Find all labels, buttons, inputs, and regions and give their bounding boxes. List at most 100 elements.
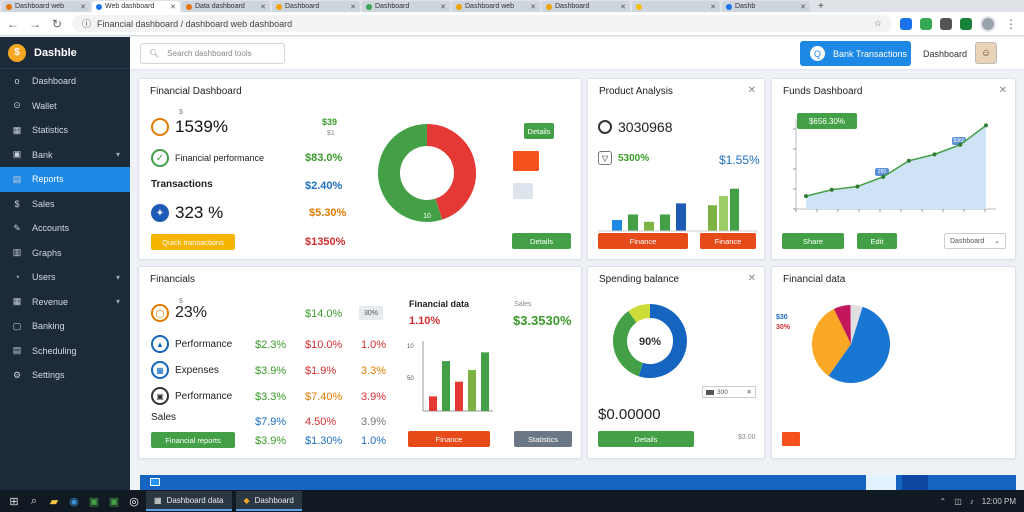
extension-icon[interactable] (900, 17, 912, 30)
sidebar-item-scheduling[interactable]: ▤ Scheduling (0, 339, 130, 364)
close-icon[interactable]: ✕ (747, 388, 752, 396)
details-button[interactable]: Details (512, 233, 571, 249)
donut-segment (628, 304, 651, 323)
browser-tab[interactable]: Dashb ✕ (722, 1, 810, 12)
financial-reports-button[interactable]: Financial reports (151, 432, 235, 448)
button-label: Details (527, 126, 551, 136)
close-icon[interactable]: ✕ (170, 3, 176, 11)
chevron-up-icon[interactable]: ⌃ (939, 497, 946, 506)
sidebar-item-users[interactable]: ◔ Users ▾ (0, 265, 130, 290)
finance-button[interactable]: Finance (598, 233, 688, 249)
close-icon[interactable]: ✕ (260, 3, 266, 11)
search-icon[interactable]: ⌕ (26, 493, 42, 509)
clock[interactable]: 12:00 PM (982, 497, 1016, 506)
profile-avatar[interactable] (980, 15, 996, 32)
legend-swatch (706, 389, 714, 395)
tab-favicon-icon (456, 3, 462, 10)
extension-icon[interactable] (920, 17, 932, 30)
forward-icon[interactable]: → (28, 17, 42, 31)
browser-tab[interactable]: Dashboard web ✕ (2, 1, 90, 12)
sidebar-item-statistics[interactable]: ▦ Statistics (0, 118, 130, 143)
sidebar-item-revenue[interactable]: ▦ Revenue ▾ (0, 290, 130, 315)
finance-button[interactable]: Finance (408, 431, 490, 447)
metric-value: 323 % (175, 203, 224, 222)
new-tab-button[interactable]: + (812, 1, 830, 12)
close-icon[interactable]: ✕ (999, 85, 1007, 96)
close-icon[interactable]: ✕ (748, 85, 756, 96)
check-icon: ✓ (151, 149, 169, 167)
button-label: Statistics (527, 434, 558, 444)
browser-tab[interactable]: ✕ (632, 1, 720, 12)
network-icon[interactable]: ◫ (954, 497, 962, 506)
share-button[interactable]: Share (782, 233, 844, 249)
back-icon[interactable]: ← (6, 17, 20, 31)
menu-dots-icon[interactable]: ⋮ (1004, 17, 1018, 31)
sidebar-item-accounts[interactable]: ✎ Accounts (0, 216, 130, 241)
bar (481, 352, 489, 411)
bookmark-star-icon[interactable]: ☆ (874, 18, 882, 29)
details-button[interactable]: Details (598, 431, 694, 447)
legend-swatch (513, 151, 539, 171)
avatar[interactable]: ☺ (975, 42, 997, 64)
browser-tab[interactable]: Dashboard ✕ (362, 1, 450, 12)
statistics-button[interactable]: Statistics (514, 431, 572, 447)
browser-tab[interactable]: Dashboard web ✕ (452, 1, 540, 12)
tab-label: Web dashboard (105, 3, 155, 10)
tab-favicon-icon (186, 3, 192, 10)
close-icon[interactable]: ✕ (530, 3, 536, 11)
app-icon[interactable]: ◎ (126, 493, 142, 509)
volume-icon[interactable]: ♪ (970, 497, 974, 506)
edit-button[interactable]: Edit (857, 233, 897, 249)
close-icon[interactable]: ✕ (350, 3, 356, 11)
finance-button[interactable]: Finance (700, 233, 756, 249)
metric-money: $1.9% (305, 365, 337, 377)
donut-segment (378, 124, 443, 222)
close-icon[interactable]: ✕ (800, 3, 806, 11)
close-icon[interactable]: ✕ (80, 3, 86, 11)
user-name[interactable]: Dashboard (923, 49, 967, 59)
close-icon[interactable]: ✕ (748, 273, 756, 284)
close-icon[interactable]: ✕ (710, 3, 716, 11)
extension-icon[interactable] (940, 17, 952, 30)
url-field[interactable]: ⓘ Financial dashboard / dashboard web da… (72, 15, 892, 32)
sidebar-item-reports[interactable]: ▤ Reports (0, 167, 130, 192)
value-tag: 30% (359, 306, 383, 320)
close-icon[interactable]: ✕ (440, 3, 446, 11)
dashboard-select[interactable]: Dashboard ⌄ (944, 233, 1006, 249)
sidebar-item-bank[interactable]: ▣ Bank ▾ (0, 143, 130, 168)
metric-money: $1.30% (305, 435, 343, 447)
sidebar-item-dashboard[interactable]: o Dashboard (0, 69, 130, 94)
metric-icon: ▣ (151, 387, 169, 405)
taskbar-app-dashboard[interactable]: ◆ Dashboard (235, 491, 302, 511)
legend-swatch (513, 183, 533, 199)
details-button[interactable]: Details (524, 123, 554, 139)
donut-segment (426, 124, 476, 220)
sidebar-item-graphs[interactable]: ▥ Graphs (0, 241, 130, 266)
bank-transactions-button[interactable]: Q Bank Transactions (800, 41, 911, 66)
close-icon[interactable]: ✕ (620, 3, 626, 11)
browser-icon[interactable]: ◉ (66, 493, 82, 509)
search-icon: Q (810, 46, 825, 61)
browser-tab[interactable]: Data dashboard ✕ (182, 1, 270, 12)
taskbar-app-dashboard-data[interactable]: ▦ Dashboard data (146, 491, 232, 511)
lock-icon: ⓘ (82, 19, 92, 29)
quick-transactions-button[interactable]: Quick transactions (151, 234, 235, 250)
extension-icon[interactable] (960, 17, 972, 30)
sidebar-item-sales[interactable]: $ Sales (0, 192, 130, 217)
chevron-down-icon: ▾ (115, 272, 120, 282)
sidebar-item-banking[interactable]: ▢ Banking (0, 314, 130, 339)
sidebar-item-wallet[interactable]: ⊙ Wallet (0, 94, 130, 119)
legend-item: 30% (776, 324, 791, 331)
windows-start-icon[interactable]: ⊞ (6, 493, 22, 509)
browser-tab[interactable]: Dashboard ✕ (542, 1, 630, 12)
data-point (855, 184, 860, 189)
target-icon (598, 120, 612, 134)
app-icon[interactable]: ▣ (106, 493, 122, 509)
folder-icon[interactable]: ▰ (46, 493, 62, 509)
reload-icon[interactable]: ↻ (50, 17, 64, 31)
browser-tab[interactable]: Web dashboard ✕ (92, 1, 180, 12)
sidebar-item-settings[interactable]: ⚙ Settings (0, 363, 130, 388)
search-input[interactable]: 🔍︎ Search dashboard tools (140, 43, 285, 64)
app-icon[interactable]: ▣ (86, 493, 102, 509)
browser-tab[interactable]: Dashboard ✕ (272, 1, 360, 12)
